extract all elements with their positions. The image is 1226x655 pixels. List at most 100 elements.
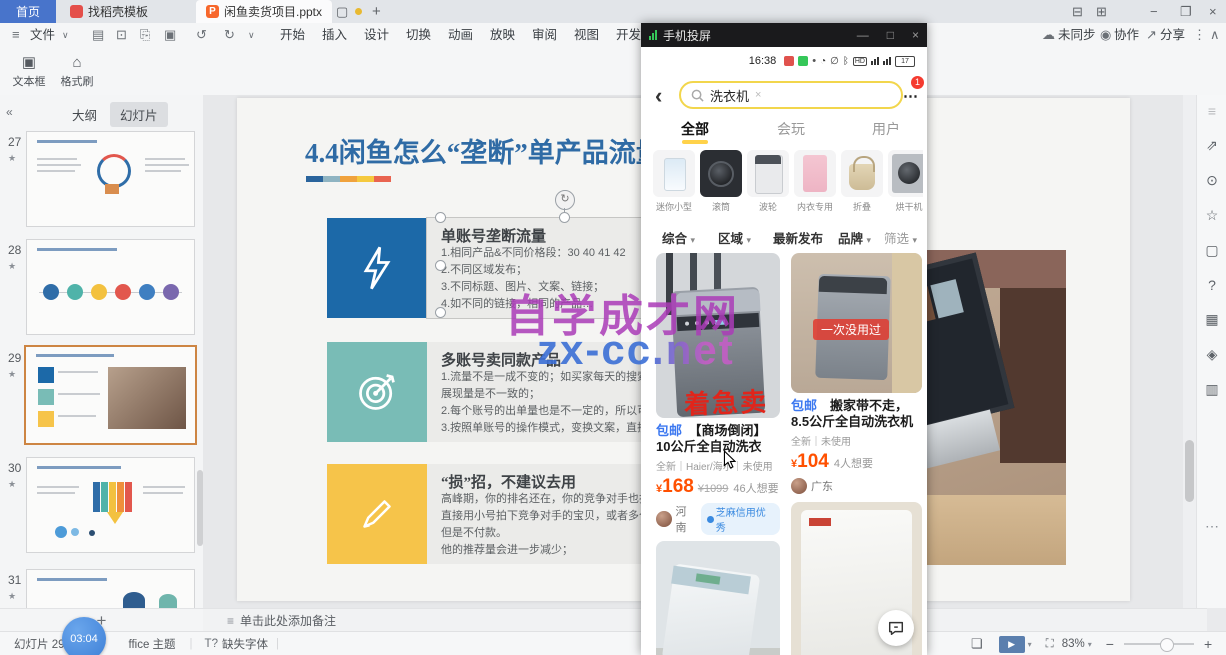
category-chip-underwear[interactable]: 内衣专用 — [794, 150, 836, 213]
sync-status[interactable]: 未同步 — [1058, 23, 1096, 47]
slide-thumbnail-28[interactable] — [26, 239, 195, 335]
settings-slider-icon[interactable]: ⊙ — [1197, 172, 1226, 189]
cloud-sync-icon: ☁ — [1042, 23, 1055, 47]
seller-avatar[interactable] — [791, 478, 807, 494]
duplicate-shape-icon[interactable]: ▢ — [1197, 242, 1226, 259]
search-input[interactable]: 洗衣机 × — [679, 81, 903, 109]
magic-star-icon[interactable]: ☆ — [1197, 207, 1226, 224]
play-slideshow-button[interactable]: ▶ — [999, 636, 1025, 653]
print-icon[interactable]: ⎘ — [140, 23, 150, 47]
phone-maximize-button[interactable]: □ — [887, 28, 894, 42]
maximize-button[interactable]: ❐ — [1180, 0, 1192, 23]
rotate-handle[interactable]: ↻ — [555, 190, 575, 210]
rail-drag-handle[interactable]: ≡ — [1197, 103, 1226, 119]
zoom-level[interactable]: 83% — [1062, 638, 1085, 650]
zoom-in-button[interactable]: + — [1204, 636, 1212, 652]
close-button[interactable]: × — [1209, 0, 1217, 23]
tab-huiwan[interactable]: 会玩 — [777, 119, 805, 139]
category-chip-pulsator[interactable]: 波轮 — [747, 150, 789, 213]
menu-review[interactable]: 审阅 — [532, 23, 557, 47]
image-tool-icon[interactable]: ▦ — [1197, 311, 1226, 328]
home-tab[interactable]: 首页 — [0, 0, 56, 23]
product-image-3[interactable] — [656, 541, 780, 655]
document-tab[interactable]: P 闲鱼卖货项目.pptx — [196, 0, 332, 23]
zoom-slider-knob[interactable] — [1160, 638, 1174, 652]
collapse-ribbon-icon[interactable]: ∧ — [1210, 23, 1220, 47]
canvas-scrollbar[interactable] — [1183, 95, 1196, 608]
product-image-2[interactable]: 一次没用过 — [791, 253, 922, 393]
category-chip-drum[interactable]: 滚筒 — [700, 150, 742, 213]
tab-all[interactable]: 全部 — [681, 119, 709, 139]
slide-thumbnail-27[interactable] — [26, 131, 195, 227]
missing-font-button[interactable]: 缺失字体 — [222, 636, 268, 652]
share-button[interactable]: 分享 — [1160, 23, 1185, 47]
new-tab-button[interactable]: + — [372, 0, 381, 23]
play-options-chevron-icon[interactable]: ▾ — [1028, 640, 1032, 649]
product-card-2[interactable]: 一次没用过 包邮 搬家带不走，8.5公斤全自动洗衣机全新未拆 全新｜未使用 ¥1… — [791, 253, 922, 655]
product-title-1[interactable]: 包邮 【商场倒闭】10公斤全自动洗衣机，送货上 — [656, 423, 780, 455]
menu-animation[interactable]: 动画 — [448, 23, 473, 47]
filter-brand[interactable]: 品牌 ▾ — [838, 228, 871, 247]
normal-view-icon[interactable]: ❏ — [971, 636, 983, 652]
back-arrow-icon[interactable]: ‹ — [655, 83, 662, 109]
collab-button[interactable]: 协作 — [1114, 23, 1139, 47]
rail-more-icon[interactable]: ⋯ — [1197, 518, 1226, 535]
tab-users[interactable]: 用户 — [872, 119, 900, 139]
preview-icon[interactable]: ▣ — [164, 23, 176, 47]
slide-thumbnail-30[interactable] — [26, 457, 195, 553]
grid-view-icon[interactable]: ⊞ — [1096, 0, 1107, 23]
seller-avatar[interactable] — [656, 511, 672, 527]
menu-slideshow[interactable]: 放映 — [490, 23, 515, 47]
more-menu-icon[interactable]: ⋮ — [1193, 23, 1206, 47]
file-menu[interactable]: 文件 — [30, 23, 55, 47]
docer-template-tab[interactable]: 找稻壳模板 — [60, 0, 158, 23]
help-icon[interactable]: ? — [1197, 277, 1226, 293]
slide-thumbnail-31[interactable] — [26, 569, 195, 609]
undo-icon[interactable]: ↺ — [196, 23, 207, 47]
phone-window-titlebar[interactable]: 手机投屏 — □ × — [641, 23, 927, 47]
slide-thumbnail-29[interactable] — [24, 345, 197, 445]
block-icon-square-teal[interactable] — [327, 342, 427, 442]
filter-filter[interactable]: 筛选 ▾ — [884, 228, 917, 247]
menu-design[interactable]: 设计 — [364, 23, 389, 47]
selection-handle-top[interactable] — [559, 212, 570, 223]
fit-slide-icon[interactable]: ⛶ — [1046, 638, 1054, 651]
redo-icon[interactable]: ↻ — [224, 23, 235, 47]
tab-slides[interactable]: 幻灯片 — [110, 102, 168, 127]
book-search-icon[interactable]: ▥ — [1197, 381, 1226, 398]
canvas-scrollbar-thumb[interactable] — [1185, 440, 1194, 502]
clear-search-icon[interactable]: × — [755, 89, 761, 101]
phone-minimize-button[interactable]: — — [857, 28, 869, 42]
block-icon-square-yellow[interactable] — [327, 464, 427, 564]
selection-handle-bottomleft[interactable] — [435, 307, 446, 318]
tab-outline[interactable]: 大纲 — [62, 102, 107, 127]
format-painter-button[interactable]: ⌂ 格式刷 — [56, 49, 98, 93]
menu-transition[interactable]: 切换 — [406, 23, 431, 47]
shield-icon[interactable]: ◈ — [1197, 346, 1226, 363]
category-chip-dryer[interactable]: 烘干机 — [888, 150, 923, 213]
category-chip-foldable[interactable]: 折叠 — [841, 150, 883, 213]
phone-close-button[interactable]: × — [912, 28, 919, 42]
product-title-2[interactable]: 包邮 搬家带不走，8.5公斤全自动洗衣机全新未拆 — [791, 398, 922, 430]
zoom-slider[interactable] — [1124, 643, 1194, 645]
collapse-sidebar-icon[interactable]: « — [6, 105, 13, 119]
textbox-button[interactable]: ▣ 文本框 — [6, 49, 52, 93]
feedback-chat-button[interactable] — [878, 610, 914, 646]
filter-newest[interactable]: 最新发布 — [773, 228, 823, 247]
filter-region[interactable]: 区域 ▾ — [718, 228, 751, 247]
category-chip-mini[interactable]: 迷你小型 — [653, 150, 695, 213]
save-icon[interactable]: ▤ — [92, 23, 104, 47]
more-options-icon[interactable]: ⋯ — [903, 87, 919, 105]
menu-insert[interactable]: 插入 — [322, 23, 347, 47]
selection-handle-midleft[interactable] — [435, 260, 446, 271]
zoom-out-button[interactable]: − — [1106, 636, 1114, 652]
menu-view[interactable]: 视图 — [574, 23, 599, 47]
block-icon-square-blue[interactable] — [327, 218, 427, 318]
split-view-icon[interactable]: ⊟ — [1072, 0, 1083, 23]
export-icon[interactable]: ⊡ — [116, 23, 127, 47]
menu-start[interactable]: 开始 — [280, 23, 305, 47]
rocket-icon[interactable]: ⇗ — [1197, 137, 1226, 154]
selection-handle-topleft[interactable] — [435, 212, 446, 223]
filter-comprehensive[interactable]: 综合 ▾ — [662, 228, 695, 247]
minimize-button[interactable]: − — [1150, 0, 1158, 23]
